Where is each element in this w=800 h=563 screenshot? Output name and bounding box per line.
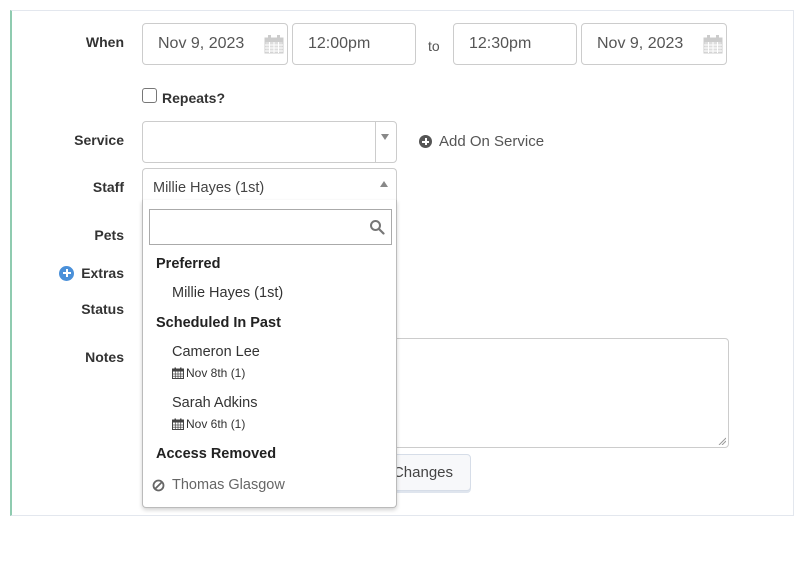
calendar-icon xyxy=(172,418,184,430)
staff-search-input[interactable] xyxy=(149,209,392,245)
start-time-input[interactable]: 12:00pm xyxy=(292,23,416,65)
chevron-up-icon xyxy=(380,181,388,187)
add-extras-icon xyxy=(59,265,75,281)
to-separator: to xyxy=(428,38,440,54)
add-on-service-label: Add On Service xyxy=(439,133,545,150)
chevron-down-icon xyxy=(381,134,389,140)
status-label: Status xyxy=(81,301,124,317)
end-date-value: Nov 9, 2023 xyxy=(597,35,684,52)
group-access-removed: Access Removed xyxy=(156,446,277,462)
calendar-icon xyxy=(172,367,184,379)
last-scheduled: Nov 8th (1) xyxy=(172,366,245,380)
repeats-label: Repeats? xyxy=(162,90,226,106)
divider xyxy=(375,122,376,162)
last-scheduled-date: Nov 8th (1) xyxy=(186,366,246,380)
removed-staff-name: Thomas Glasgow xyxy=(172,477,285,493)
plus-circle-icon xyxy=(419,135,432,148)
calendar-icon[interactable] xyxy=(264,34,284,54)
notes-label: Notes xyxy=(85,349,124,365)
repeats-checkbox[interactable] xyxy=(142,88,157,103)
extras-toggle[interactable]: Extras xyxy=(55,265,124,281)
when-label: When xyxy=(85,34,124,50)
staff-option[interactable]: Cameron Lee xyxy=(172,344,260,360)
pets-label: Pets xyxy=(94,227,124,243)
service-select[interactable] xyxy=(142,121,397,163)
add-on-service-link[interactable]: Add On Service xyxy=(419,133,544,150)
resize-handle-icon[interactable] xyxy=(718,437,726,445)
calendar-icon[interactable] xyxy=(703,34,723,54)
search-icon xyxy=(370,220,385,235)
end-time-input[interactable]: 12:30pm xyxy=(453,23,577,65)
end-date-input[interactable]: Nov 9, 2023 xyxy=(581,23,727,65)
staff-option-disabled: Thomas Glasgow xyxy=(152,477,285,493)
ban-icon xyxy=(152,479,165,491)
staff-option[interactable]: Sarah Adkins xyxy=(172,395,257,411)
notes-textarea[interactable] xyxy=(380,338,729,448)
staff-dropdown: Preferred Millie Hayes (1st) Scheduled I… xyxy=(142,200,397,508)
service-label: Service xyxy=(74,132,124,148)
staff-option[interactable]: Millie Hayes (1st) xyxy=(172,285,283,301)
group-preferred: Preferred xyxy=(156,256,221,272)
group-scheduled-in-past: Scheduled In Past xyxy=(156,315,281,331)
end-time-value: 12:30pm xyxy=(469,35,532,52)
last-scheduled: Nov 6th (1) xyxy=(172,417,245,431)
start-date-input[interactable]: Nov 9, 2023 xyxy=(142,23,288,65)
staff-label: Staff xyxy=(92,179,124,195)
save-changes-label: Changes xyxy=(392,464,453,481)
start-time-value: 12:00pm xyxy=(308,35,371,52)
start-date-value: Nov 9, 2023 xyxy=(158,35,245,52)
staff-selected-value: Millie Hayes (1st) xyxy=(153,180,265,196)
last-scheduled-date: Nov 6th (1) xyxy=(186,417,246,431)
extras-label: Extras xyxy=(81,265,124,281)
